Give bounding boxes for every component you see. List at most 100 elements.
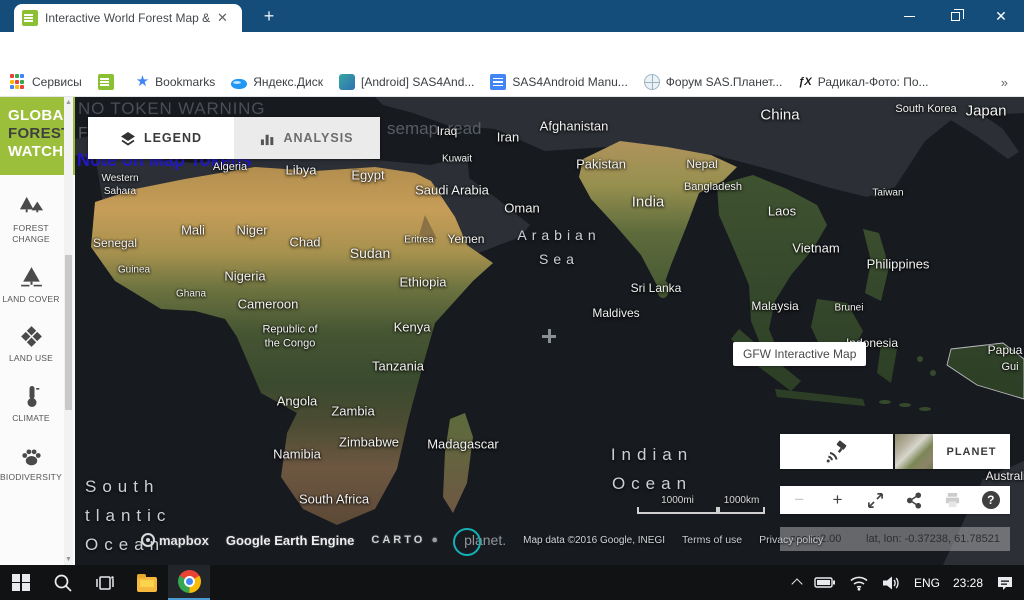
- new-tab-button[interactable]: +: [256, 4, 282, 30]
- document-icon: [490, 74, 506, 90]
- battery-icon[interactable]: [814, 575, 836, 590]
- mapbox-logo[interactable]: mapbox: [141, 533, 209, 548]
- bookmark-bookmarks[interactable]: ★ Bookmarks: [136, 74, 215, 90]
- map-label-nigeria: Nigeria: [224, 269, 265, 286]
- map-label-oman: Oman: [504, 201, 539, 218]
- language-indicator[interactable]: ENG: [914, 576, 940, 590]
- bookmarks-bar: Сервисы ★ Bookmarks Яндекс.Диск [Android…: [0, 68, 1024, 97]
- tab-analysis[interactable]: ANALYSIS: [234, 117, 380, 159]
- gfw-sidebar: GLOBAL FOREST WATCH FOREST CHANGE LAND C…: [0, 97, 75, 565]
- map-label-gui: Gui: [1001, 360, 1018, 374]
- yandex-disk-icon: [231, 79, 247, 89]
- map-label-philippines: Philippines: [867, 257, 930, 274]
- file-explorer-button[interactable]: [126, 565, 168, 600]
- tab-legend[interactable]: LEGEND: [88, 117, 234, 159]
- folder-icon: [137, 577, 157, 592]
- sidebar-item-climate[interactable]: CLIMATE: [0, 385, 62, 424]
- map-label-mali: Mali: [181, 223, 205, 240]
- mapbox-icon: [141, 533, 155, 547]
- map-label-australia: Australia: [986, 469, 1024, 485]
- apps-grid-icon: [10, 74, 26, 90]
- help-button[interactable]: ?: [979, 488, 1003, 512]
- planet-logo[interactable]: planet.: [458, 532, 506, 548]
- tab-close-icon[interactable]: ✕: [217, 10, 228, 26]
- sidebar-item-biodiversity[interactable]: BIODIVERSITY: [0, 444, 62, 483]
- privacy-policy-link[interactable]: Privacy policy: [759, 534, 823, 546]
- chrome-taskbar-button[interactable]: [168, 565, 210, 600]
- forest-change-icon: [18, 195, 45, 218]
- map-label-chad: Chad: [289, 235, 320, 252]
- scrollbar-thumb[interactable]: [65, 255, 72, 410]
- map-canvas[interactable]: NO TOKEN WARNING Fo semap, read Note on …: [75, 97, 1024, 565]
- window-close-button[interactable]: ✕: [978, 0, 1024, 32]
- map-label-kenya: Kenya: [394, 320, 431, 337]
- satellite-basemap-button[interactable]: [780, 434, 893, 469]
- sidebar-item-land-cover[interactable]: LAND COVER: [0, 266, 62, 305]
- gfw-icon: [98, 74, 114, 90]
- biodiversity-icon: [18, 444, 45, 467]
- map-label-tanzania: Tanzania: [372, 359, 424, 376]
- bookmarks-overflow-chevron[interactable]: »: [1001, 75, 1008, 90]
- map-label-bangladesh: Bangladesh: [684, 180, 742, 194]
- map-label-laos: Laos: [768, 204, 796, 221]
- terms-of-use-link[interactable]: Terms of use: [682, 534, 742, 546]
- bookmark-yandex-disk[interactable]: Яндекс.Диск: [231, 75, 323, 89]
- expand-icon: [867, 492, 884, 509]
- land-cover-icon: [18, 266, 45, 289]
- zoom-in-button[interactable]: +: [825, 488, 849, 512]
- bookmark-gfw[interactable]: [98, 74, 120, 90]
- bookmark-label: Bookmarks: [155, 75, 215, 89]
- search-icon: [53, 573, 73, 593]
- map-label-maldives: Maldives: [592, 306, 639, 322]
- window-restore-button[interactable]: [932, 0, 978, 32]
- planet-thumbnail: [895, 434, 933, 469]
- carto-logo[interactable]: CARTO ●: [371, 534, 441, 546]
- satellite-icon: [825, 440, 849, 463]
- bookmark-forum-sas[interactable]: Форум SAS.Планет...: [644, 74, 783, 90]
- map-scale: 1000mi 1000km: [637, 495, 765, 514]
- sidebar-item-forest-change[interactable]: FOREST CHANGE: [0, 195, 62, 246]
- climate-icon: [18, 385, 45, 408]
- map-label-iraq: Iraq: [437, 124, 458, 140]
- map-label-brunei: Brunei: [835, 302, 864, 315]
- hidden-icons-chevron[interactable]: [791, 578, 802, 589]
- google-earth-engine-logo[interactable]: Google Earth Engine: [226, 533, 355, 548]
- browser-tab[interactable]: Interactive World Forest Map & T ✕: [14, 4, 242, 32]
- map-label-cameroon: Cameroon: [238, 297, 299, 314]
- scroll-up-icon[interactable]: ▲: [64, 99, 73, 106]
- sidebar-item-land-use[interactable]: LAND USE: [0, 325, 62, 364]
- taskbar-search-button[interactable]: [42, 565, 84, 600]
- print-button[interactable]: [940, 488, 964, 512]
- map-label-angola: Angola: [277, 394, 317, 411]
- map-label-saudi-arabia: Saudi Arabia: [415, 183, 489, 200]
- share-button[interactable]: [902, 488, 926, 512]
- share-icon: [906, 492, 922, 509]
- action-center-icon[interactable]: [996, 575, 1014, 591]
- bookmark-services[interactable]: Сервисы: [10, 74, 82, 90]
- window-minimize-button[interactable]: [886, 0, 932, 32]
- zoom-out-button[interactable]: −: [787, 488, 811, 512]
- globe-icon: [644, 74, 660, 90]
- bookmark-radikal[interactable]: ƒX Радикал-Фото: По...: [798, 75, 928, 89]
- bookmark-android-sas4[interactable]: [Android] SAS4And...: [339, 74, 474, 90]
- map-label-guinea: Guinea: [118, 264, 150, 277]
- map-label-niger: Niger: [236, 223, 267, 240]
- scroll-down-icon[interactable]: ▼: [64, 556, 73, 563]
- star-icon: ★: [136, 74, 149, 90]
- ocean-label-indian-ocean: Indian Ocean: [611, 440, 693, 498]
- fullscreen-button[interactable]: [864, 488, 888, 512]
- map-label-ghana: Ghana: [176, 288, 206, 301]
- clock[interactable]: 23:28: [953, 576, 983, 590]
- task-view-button[interactable]: [84, 565, 126, 600]
- wifi-icon[interactable]: [849, 575, 869, 591]
- sidebar-scrollbar[interactable]: ▲ ▼: [64, 97, 73, 565]
- planet-basemap-button[interactable]: PLANET: [895, 434, 1010, 469]
- bookmark-sas4-manual[interactable]: SAS4Android Manu...: [490, 74, 627, 90]
- printer-icon: [944, 492, 961, 508]
- start-button[interactable]: [0, 565, 42, 600]
- tab-title: Interactive World Forest Map & T: [45, 11, 213, 25]
- chrome-icon: [178, 570, 201, 593]
- map-label-zambia: Zambia: [331, 404, 374, 421]
- speaker-icon[interactable]: [882, 575, 901, 591]
- scale-kilometers: 1000km: [718, 495, 765, 514]
